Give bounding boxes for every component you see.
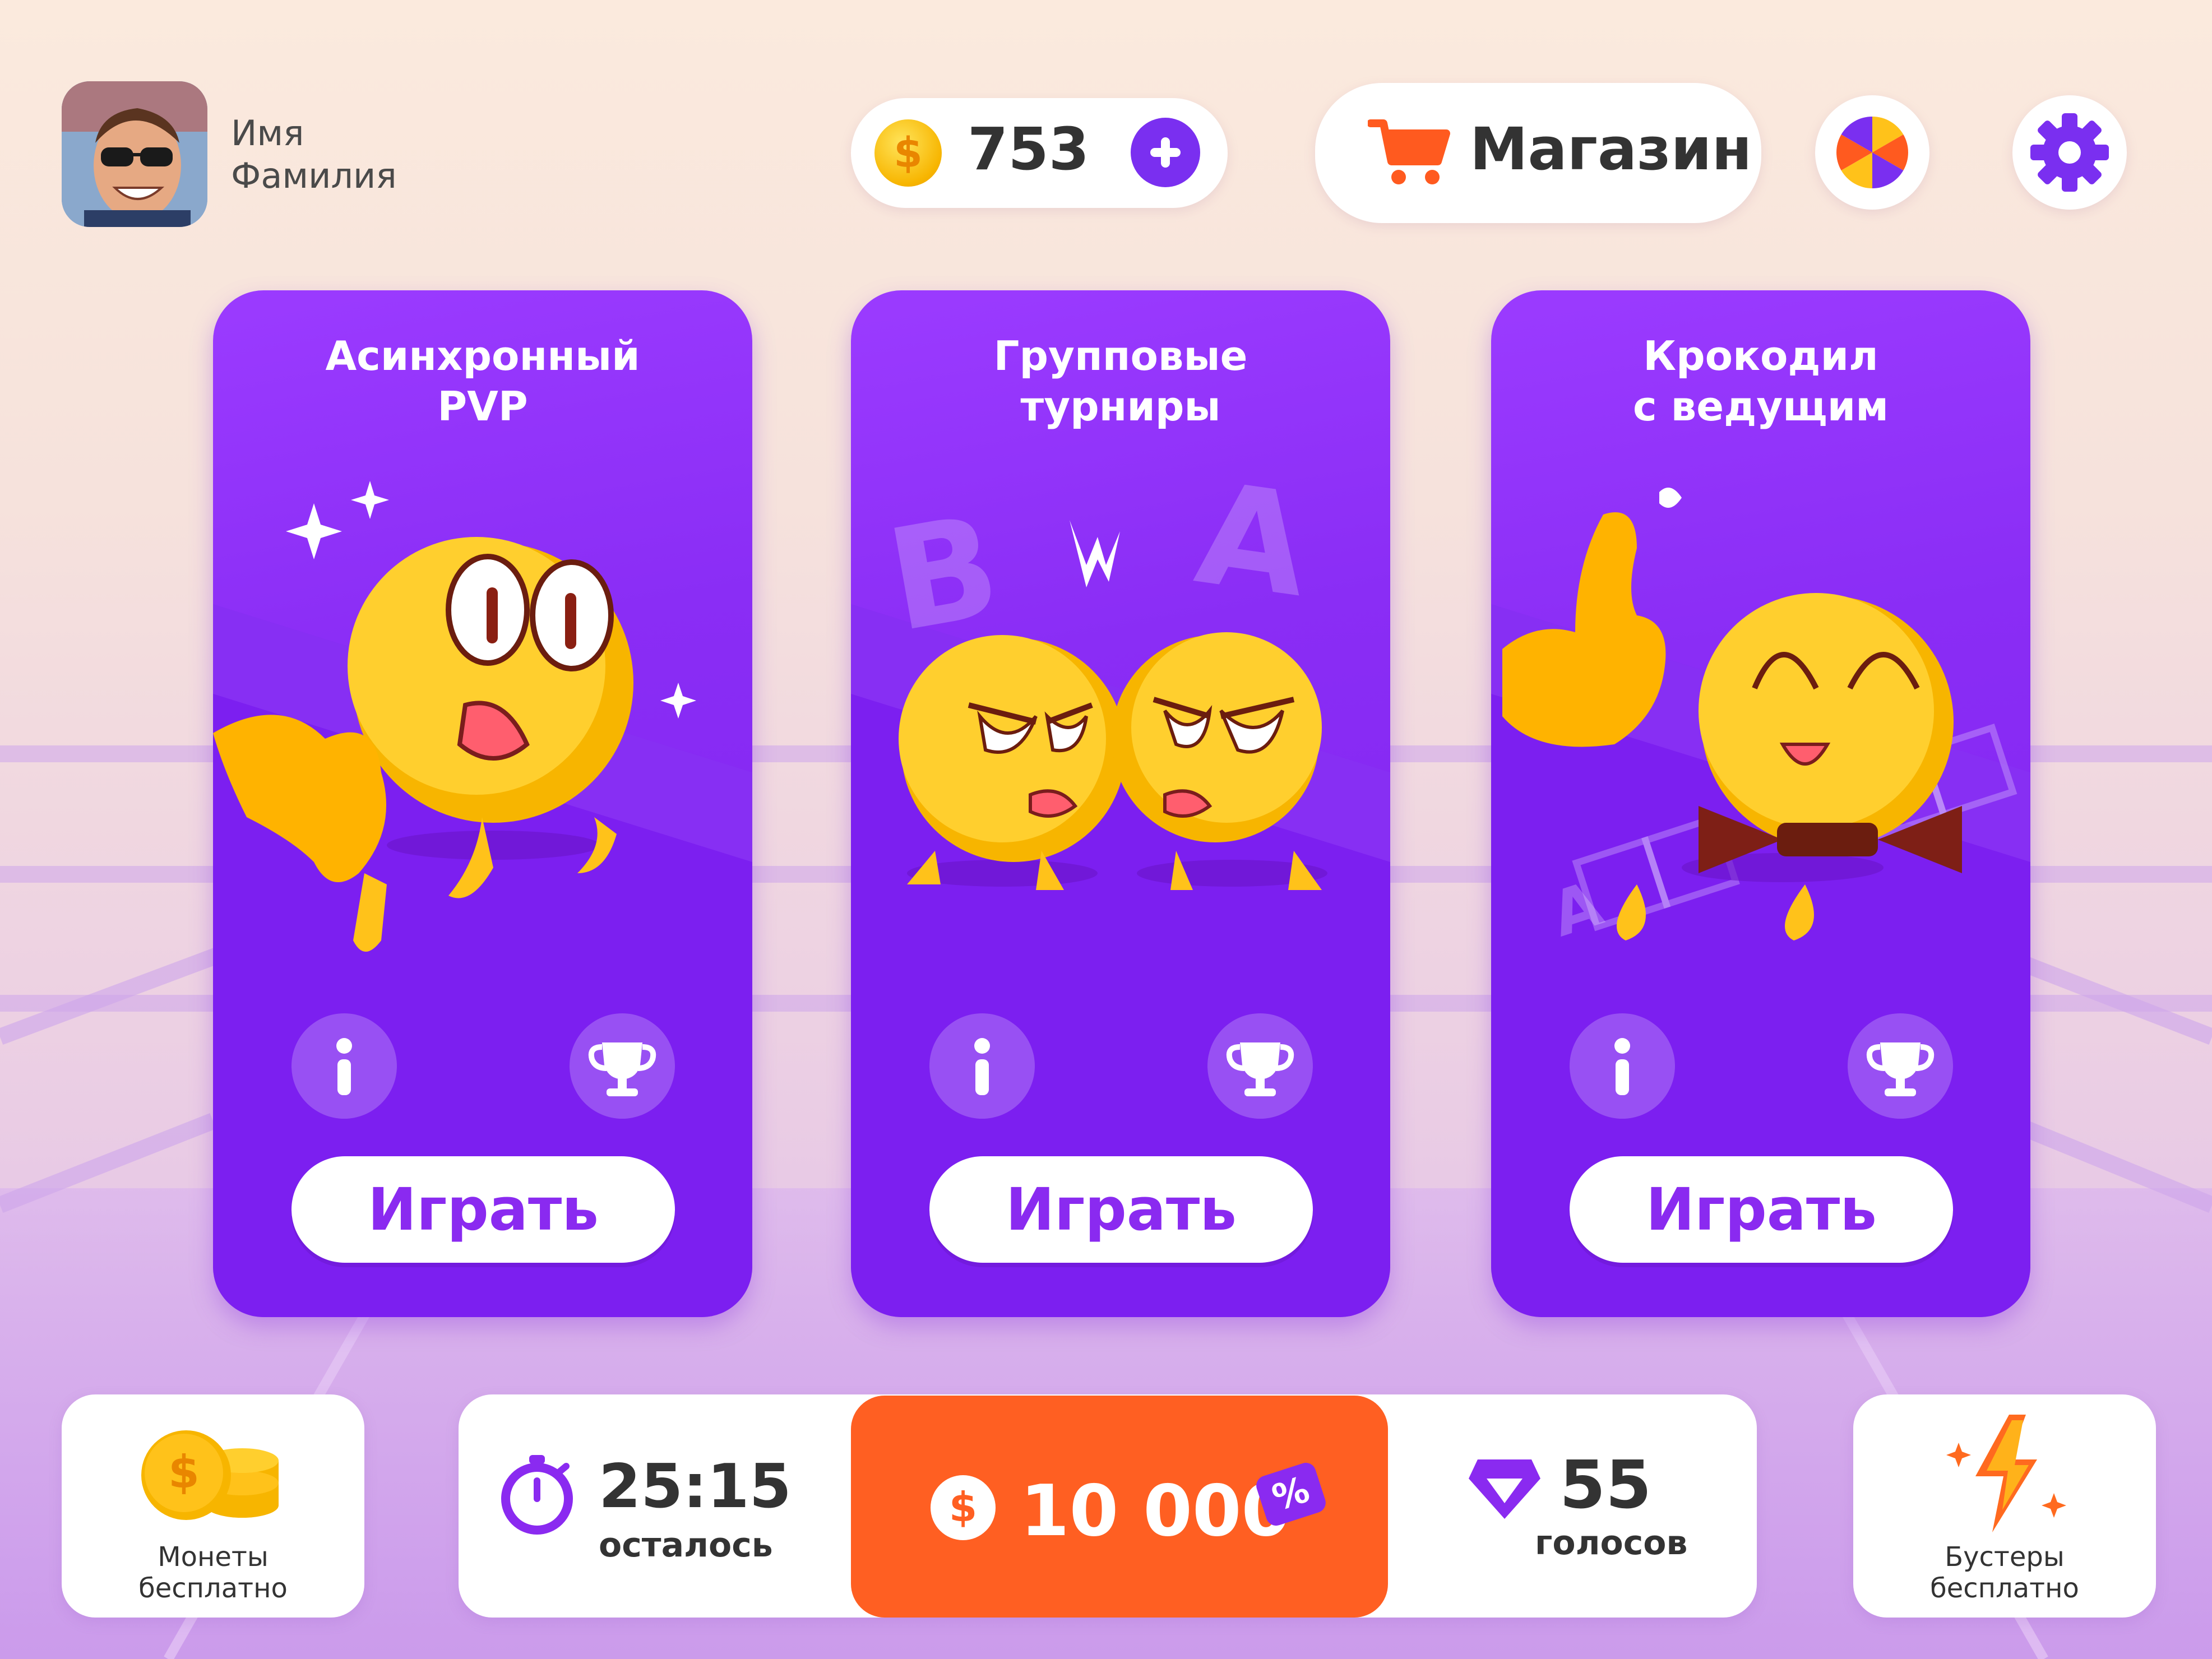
emoji-wave-illustration (213, 481, 696, 952)
info-icon (974, 1038, 990, 1095)
svg-text:$: $ (949, 1484, 977, 1531)
trophy-icon (588, 1042, 656, 1096)
game-card-crocodile-host[interactable]: Крокодил с ведущим A Играть (1491, 290, 2030, 1317)
votes-label: голосов (1535, 1523, 1688, 1563)
trophy-icon (1226, 1042, 1294, 1096)
avatar[interactable] (62, 81, 207, 227)
fortune-wheel-button[interactable] (1815, 95, 1929, 210)
add-coins-button[interactable] (1131, 118, 1200, 187)
coin-balance: 753 (968, 115, 1090, 183)
emoji-fight-illustration (899, 520, 1327, 890)
free-coins-button[interactable]: $ Монеты бесплатно (62, 1394, 364, 1618)
leaderboard-button[interactable] (1207, 1013, 1313, 1119)
settings-button[interactable] (2012, 95, 2127, 210)
timer-label: осталось (599, 1526, 773, 1565)
plus-icon (1150, 137, 1181, 168)
info-button[interactable] (291, 1013, 397, 1119)
info-button[interactable] (1570, 1013, 1675, 1119)
game-card-group-tournaments[interactable]: Групповые турниры B A Играть (851, 290, 1390, 1317)
play-button[interactable]: Играть (929, 1156, 1313, 1263)
shop-label: Магазин (1470, 115, 1752, 183)
cart-icon (1368, 119, 1450, 184)
user-name: Имя Фамилия (231, 112, 397, 197)
leaderboard-button[interactable] (1848, 1013, 1953, 1119)
info-button[interactable] (929, 1013, 1035, 1119)
gem-icon (1469, 1459, 1540, 1519)
card-title: Асинхронный PVP (325, 332, 640, 430)
game-card-async-pvp[interactable]: Асинхронный PVP Играть (213, 290, 752, 1317)
play-button[interactable]: Играть (291, 1156, 675, 1263)
gear-icon (2030, 113, 2109, 192)
play-button[interactable]: Играть (1570, 1156, 1953, 1263)
lightning-icon (1946, 1415, 2066, 1532)
coin-stack-icon: $ (141, 1430, 279, 1520)
svg-text:$: $ (168, 1446, 200, 1498)
prize-value: 10 000 (1020, 1470, 1291, 1552)
stopwatch-icon (501, 1455, 573, 1535)
prize-pool-button[interactable]: $ 10 000 % (851, 1396, 1388, 1618)
info-icon (336, 1038, 352, 1095)
free-boosters-label: Бустеры бесплатно (1930, 1541, 2079, 1604)
info-icon (1614, 1038, 1630, 1095)
dollar-icon: $ (931, 1475, 996, 1540)
first-name: Имя (231, 113, 304, 154)
card-title: Групповые турниры (993, 332, 1248, 430)
timer-value: 25:15 (599, 1452, 792, 1522)
leaderboard-button[interactable] (570, 1013, 675, 1119)
free-coins-label: Монеты бесплатно (138, 1541, 288, 1604)
card-title: Крокодил с ведущим (1632, 332, 1889, 430)
trophy-icon (1866, 1042, 1935, 1096)
votes-value: 55 (1559, 1446, 1652, 1523)
coin-icon: $ (874, 119, 942, 187)
free-boosters-button[interactable]: Бустеры бесплатно (1853, 1394, 2156, 1618)
wheel-icon (1836, 117, 1908, 188)
last-name: Фамилия (231, 155, 397, 196)
